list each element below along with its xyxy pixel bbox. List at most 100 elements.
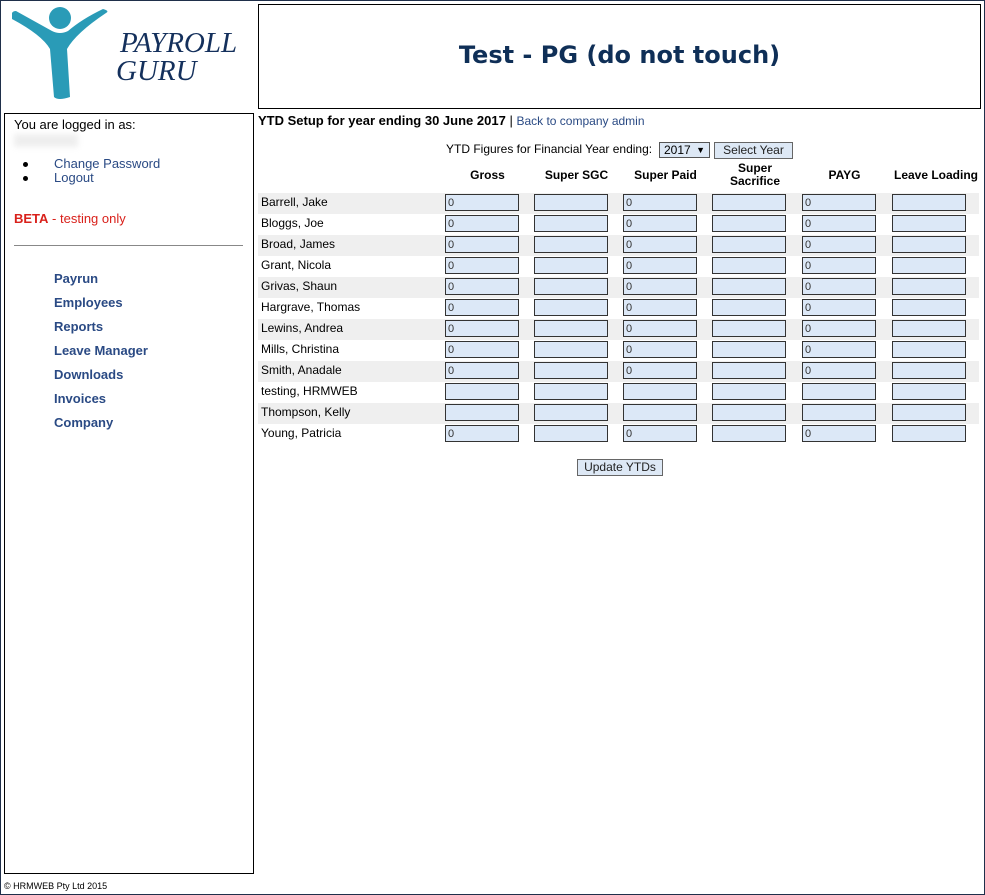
column-header-gross: Gross	[470, 168, 505, 182]
leave-loading-input[interactable]	[892, 320, 966, 337]
super-sacrifice-input[interactable]	[712, 404, 786, 421]
leave-loading-input[interactable]	[892, 425, 966, 442]
super-sgc-input[interactable]	[534, 299, 608, 316]
super-sgc-input[interactable]	[534, 320, 608, 337]
super-paid-input[interactable]: 0	[623, 425, 697, 442]
payg-input[interactable]: 0	[802, 299, 876, 316]
gross-input[interactable]: 0	[445, 341, 519, 358]
table-row: Smith, Anadale 0 0 0	[258, 361, 979, 382]
leave-loading-input[interactable]	[892, 341, 966, 358]
column-header-super-sgc: Super SGC	[544, 168, 609, 182]
gross-input[interactable]: 0	[445, 425, 519, 442]
payroll-guru-logo[interactable]: PAYROLL GURU	[11, 5, 244, 103]
super-paid-input[interactable]: 0	[623, 257, 697, 274]
super-sacrifice-input[interactable]	[712, 383, 786, 400]
leave-loading-input[interactable]	[892, 404, 966, 421]
super-sgc-input[interactable]	[534, 278, 608, 295]
leave-loading-input[interactable]	[892, 194, 966, 211]
select-year-button[interactable]: Select Year	[714, 142, 793, 159]
leave-loading-input[interactable]	[892, 299, 966, 316]
super-paid-input[interactable]: 0	[623, 194, 697, 211]
super-sacrifice-input[interactable]	[712, 215, 786, 232]
logout-link[interactable]: Logout	[54, 170, 94, 185]
super-paid-input[interactable]	[623, 383, 697, 400]
nav-item-downloads[interactable]: Downloads	[54, 367, 148, 391]
gross-input[interactable]: 0	[445, 278, 519, 295]
payg-input[interactable]: 0	[802, 215, 876, 232]
payg-input[interactable]: 0	[802, 362, 876, 379]
gross-input[interactable]	[445, 383, 519, 400]
gross-input[interactable]	[445, 404, 519, 421]
employee-name: Lewins, Andrea	[261, 321, 344, 335]
super-paid-input[interactable]: 0	[623, 320, 697, 337]
super-sgc-input[interactable]	[534, 341, 608, 358]
super-paid-input[interactable]: 0	[623, 278, 697, 295]
gross-input[interactable]: 0	[445, 320, 519, 337]
employee-name: Smith, Anadale	[261, 363, 342, 377]
super-paid-input[interactable]: 0	[623, 299, 697, 316]
gross-input[interactable]: 0	[445, 257, 519, 274]
logo-text-line2: GURU	[116, 55, 199, 87]
super-sacrifice-input[interactable]	[712, 341, 786, 358]
payg-input[interactable]: 0	[802, 194, 876, 211]
nav-item-company[interactable]: Company	[54, 415, 148, 439]
super-sacrifice-input[interactable]	[712, 320, 786, 337]
payg-input[interactable]: 0	[802, 278, 876, 295]
employee-name: Bloggs, Joe	[261, 216, 324, 230]
super-sacrifice-input[interactable]	[712, 236, 786, 253]
leave-loading-input[interactable]	[892, 236, 966, 253]
gross-input[interactable]: 0	[445, 236, 519, 253]
gross-input[interactable]: 0	[445, 215, 519, 232]
super-sacrifice-input[interactable]	[712, 362, 786, 379]
leave-loading-input[interactable]	[892, 278, 966, 295]
change-password-link[interactable]: Change Password	[54, 156, 160, 171]
nav-item-reports[interactable]: Reports	[54, 319, 148, 343]
leave-loading-input[interactable]	[892, 362, 966, 379]
super-sacrifice-input[interactable]	[712, 278, 786, 295]
update-ytds-button[interactable]: Update YTDs	[577, 459, 663, 476]
super-sacrifice-input[interactable]	[712, 257, 786, 274]
nav-item-payrun[interactable]: Payrun	[54, 271, 148, 295]
leave-loading-input[interactable]	[892, 257, 966, 274]
nav-item-invoices[interactable]: Invoices	[54, 391, 148, 415]
financial-year-label: YTD Figures for Financial Year ending:	[446, 142, 653, 156]
super-sgc-input[interactable]	[534, 236, 608, 253]
super-sgc-input[interactable]	[534, 194, 608, 211]
leave-loading-input[interactable]	[892, 383, 966, 400]
super-paid-input[interactable]: 0	[623, 236, 697, 253]
back-to-company-admin-link[interactable]: Back to company admin	[516, 114, 644, 128]
table-row: Bloggs, Joe 0 0 0	[258, 214, 979, 235]
year-select[interactable]: 2017 ▼	[659, 142, 710, 158]
super-paid-input[interactable]: 0	[623, 341, 697, 358]
super-paid-input[interactable]	[623, 404, 697, 421]
column-header-super-sacrifice: Super Sacrifice	[729, 161, 781, 188]
payg-input[interactable]	[802, 404, 876, 421]
payg-input[interactable]: 0	[802, 320, 876, 337]
gross-input[interactable]: 0	[445, 299, 519, 316]
super-sacrifice-input[interactable]	[712, 194, 786, 211]
employee-name: Broad, James	[261, 237, 336, 251]
super-sgc-input[interactable]	[534, 425, 608, 442]
ytd-title: YTD Setup for year ending 30 June 2017	[258, 113, 506, 128]
gross-input[interactable]: 0	[445, 362, 519, 379]
super-sgc-input[interactable]	[534, 257, 608, 274]
super-sacrifice-input[interactable]	[712, 299, 786, 316]
payg-input[interactable]	[802, 383, 876, 400]
leave-loading-input[interactable]	[892, 215, 966, 232]
super-sgc-input[interactable]	[534, 362, 608, 379]
employee-name: Thompson, Kelly	[261, 405, 351, 419]
payg-input[interactable]: 0	[802, 341, 876, 358]
nav-item-employees[interactable]: Employees	[54, 295, 148, 319]
super-paid-input[interactable]: 0	[623, 362, 697, 379]
nav-item-leave-manager[interactable]: Leave Manager	[54, 343, 148, 367]
super-sgc-input[interactable]	[534, 383, 608, 400]
super-sgc-input[interactable]	[534, 215, 608, 232]
super-sacrifice-input[interactable]	[712, 425, 786, 442]
table-row: Grivas, Shaun 0 0 0	[258, 277, 979, 298]
super-paid-input[interactable]: 0	[623, 215, 697, 232]
super-sgc-input[interactable]	[534, 404, 608, 421]
payg-input[interactable]: 0	[802, 236, 876, 253]
gross-input[interactable]: 0	[445, 194, 519, 211]
payg-input[interactable]: 0	[802, 257, 876, 274]
payg-input[interactable]: 0	[802, 425, 876, 442]
